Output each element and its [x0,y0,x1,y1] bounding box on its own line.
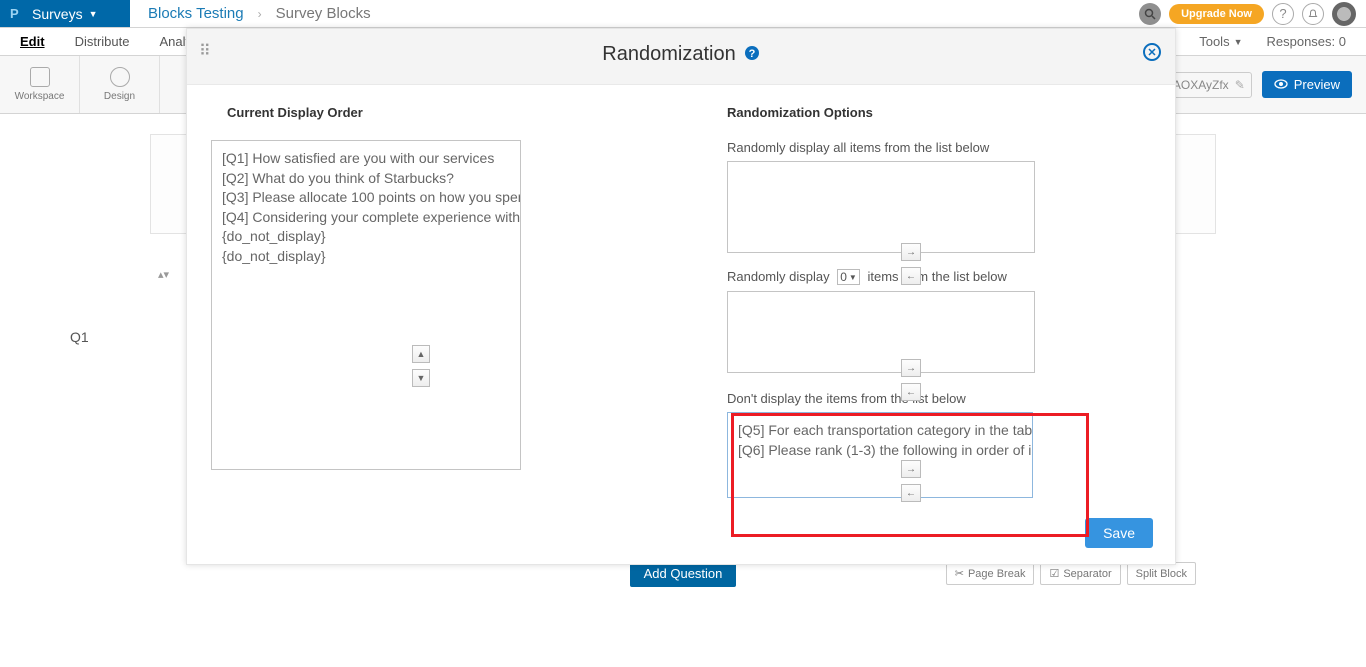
help-icon[interactable]: ? [1272,3,1294,25]
scissors-icon: ✂ [955,567,964,580]
list-item[interactable]: [Q5] For each transportation category in… [738,421,1022,441]
workspace-icon [30,67,50,87]
list-item[interactable]: {do_not_display} [222,247,510,267]
design-label: Design [104,91,135,102]
list-item[interactable]: {do_not_display} [222,227,510,247]
drag-handle-icon[interactable]: ⠿ [199,41,210,61]
brand-area[interactable]: P Surveys ▼ [0,0,130,27]
tools-label: Tools [1199,34,1229,49]
tab-edit[interactable]: Edit [20,34,45,49]
modal-title: Randomization [602,43,735,66]
search-icon[interactable] [1139,3,1161,25]
randomize-n-listbox[interactable] [727,291,1035,373]
workspace-label: Workspace [15,91,65,102]
list-item[interactable]: [Q1] How satisfied are you with our serv… [222,149,510,169]
surveys-menu: Surveys ▼ [32,6,98,22]
tools-menu[interactable]: Tools ▼ [1199,34,1242,49]
transfer-controls-1: → ← [901,243,921,285]
preview-button[interactable]: Preview [1262,71,1352,98]
svg-text:?: ? [748,48,755,60]
current-order-listbox[interactable]: [Q1] How satisfied are you with our serv… [211,140,521,470]
modal-footer: Save [187,518,1175,564]
pencil-icon[interactable]: ✎ [1235,78,1245,92]
topbar: P Surveys ▼ Blocks Testing › Survey Bloc… [0,0,1366,28]
list-item[interactable]: [Q4] Considering your complete experienc… [222,208,510,228]
close-icon[interactable]: ✕ [1143,43,1161,61]
randomize-all-listbox[interactable] [727,161,1035,253]
move-left-button[interactable]: ← [901,383,921,401]
design-tool[interactable]: Design [80,56,160,113]
topbar-right: Upgrade Now ? [1139,2,1366,26]
chevron-right-icon: › [258,7,262,21]
modal-header: ⠿ Randomization ? ✕ [187,29,1175,85]
move-down-button[interactable]: ▼ [412,369,430,387]
caret-down-icon: ▼ [1234,37,1243,47]
move-up-button[interactable]: ▲ [412,345,430,363]
palette-icon [110,67,130,87]
avatar[interactable] [1332,2,1356,26]
transfer-controls-2: → ← [901,359,921,401]
save-button[interactable]: Save [1085,518,1153,548]
eye-icon [1274,77,1288,92]
randomization-modal: ⠿ Randomization ? ✕ Current Display Orde… [186,28,1176,565]
list-item[interactable]: [Q3] Please allocate 100 points on how y… [222,188,510,208]
move-right-button[interactable]: → [901,243,921,261]
help-icon[interactable]: ? [744,45,760,65]
upgrade-button[interactable]: Upgrade Now [1169,4,1264,24]
reorder-controls: ▲ ▼ [412,345,430,387]
workspace-tool[interactable]: Workspace [0,56,80,113]
page-break-button[interactable]: ✂Page Break [946,562,1035,585]
logo-icon: P [10,6,24,21]
move-right-button[interactable]: → [901,460,921,478]
current-order-label: Current Display Order [227,105,567,120]
move-left-button[interactable]: ← [901,267,921,285]
move-right-button[interactable]: → [901,359,921,377]
caret-down-icon: ▼ [89,9,98,19]
collapse-icon[interactable]: ▴▾ [158,268,178,281]
randomize-all-label: Randomly display all items from the list… [727,140,1099,155]
bell-icon[interactable] [1302,3,1324,25]
separator-button[interactable]: ☑Separator [1040,562,1120,585]
list-item[interactable]: [Q6] Please rank (1-3) the following in … [738,441,1022,461]
surveys-label[interactable]: Surveys [32,6,83,22]
list-item[interactable]: [Q2] What do you think of Starbucks? [222,169,510,189]
modal-body: Current Display Order [Q1] How satisfied… [187,85,1175,518]
split-block-button[interactable]: Split Block [1127,562,1196,585]
responses-count: Responses: 0 [1267,34,1347,49]
right-column: Randomization Options Randomly display a… [727,105,1099,498]
breadcrumb: Blocks Testing › Survey Blocks [130,5,389,22]
move-left-button[interactable]: ← [901,484,921,502]
caret-down-icon: ▼ [849,273,857,282]
tab-distribute[interactable]: Distribute [75,34,130,49]
check-icon: ☑ [1049,567,1059,580]
transfer-controls-3: → ← [901,460,921,502]
left-column: Current Display Order [Q1] How satisfied… [227,105,567,498]
crumb-current: Survey Blocks [276,5,371,22]
crumb-link[interactable]: Blocks Testing [148,5,244,22]
randomization-options-label: Randomization Options [727,105,1099,120]
dont-display-listbox[interactable]: [Q5] For each transportation category in… [727,412,1033,498]
random-count-select[interactable]: 0 ▼ [837,269,860,285]
preview-label: Preview [1294,77,1340,92]
